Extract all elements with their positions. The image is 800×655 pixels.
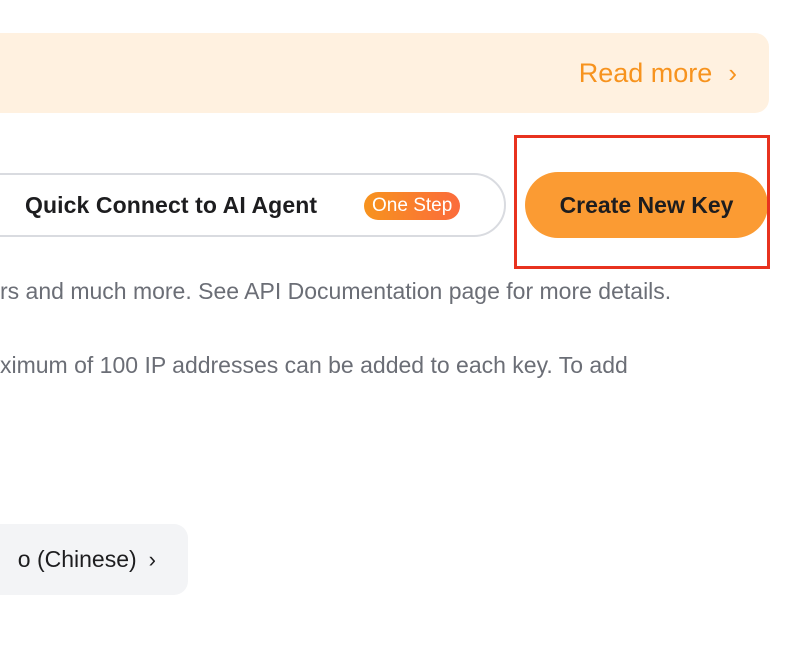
api-management-page: Read more › Quick Connect to AI Agent On…: [0, 0, 800, 655]
chevron-right-icon: ›: [728, 57, 737, 88]
api-description-text: rs and much more. See API Documentation …: [0, 278, 672, 304]
quick-connect-ai-agent-button[interactable]: Quick Connect to AI Agent One Step: [0, 173, 506, 237]
create-new-key-button[interactable]: Create New Key: [525, 172, 768, 238]
ip-limit-text: ximum of 100 IP addresses can be added t…: [0, 352, 628, 378]
read-more-label: Read more: [578, 57, 713, 88]
chevron-right-icon: ›: [148, 546, 156, 572]
guide-label: o (Chinese): [17, 546, 137, 572]
one-step-badge: One Step: [364, 192, 461, 220]
guide-chinese-button[interactable]: o (Chinese) ›: [0, 524, 188, 595]
notice-banner: Read more ›: [0, 33, 769, 113]
read-more-link[interactable]: Read more ›: [579, 33, 737, 113]
quick-connect-label: Quick Connect to AI Agent: [25, 191, 318, 218]
